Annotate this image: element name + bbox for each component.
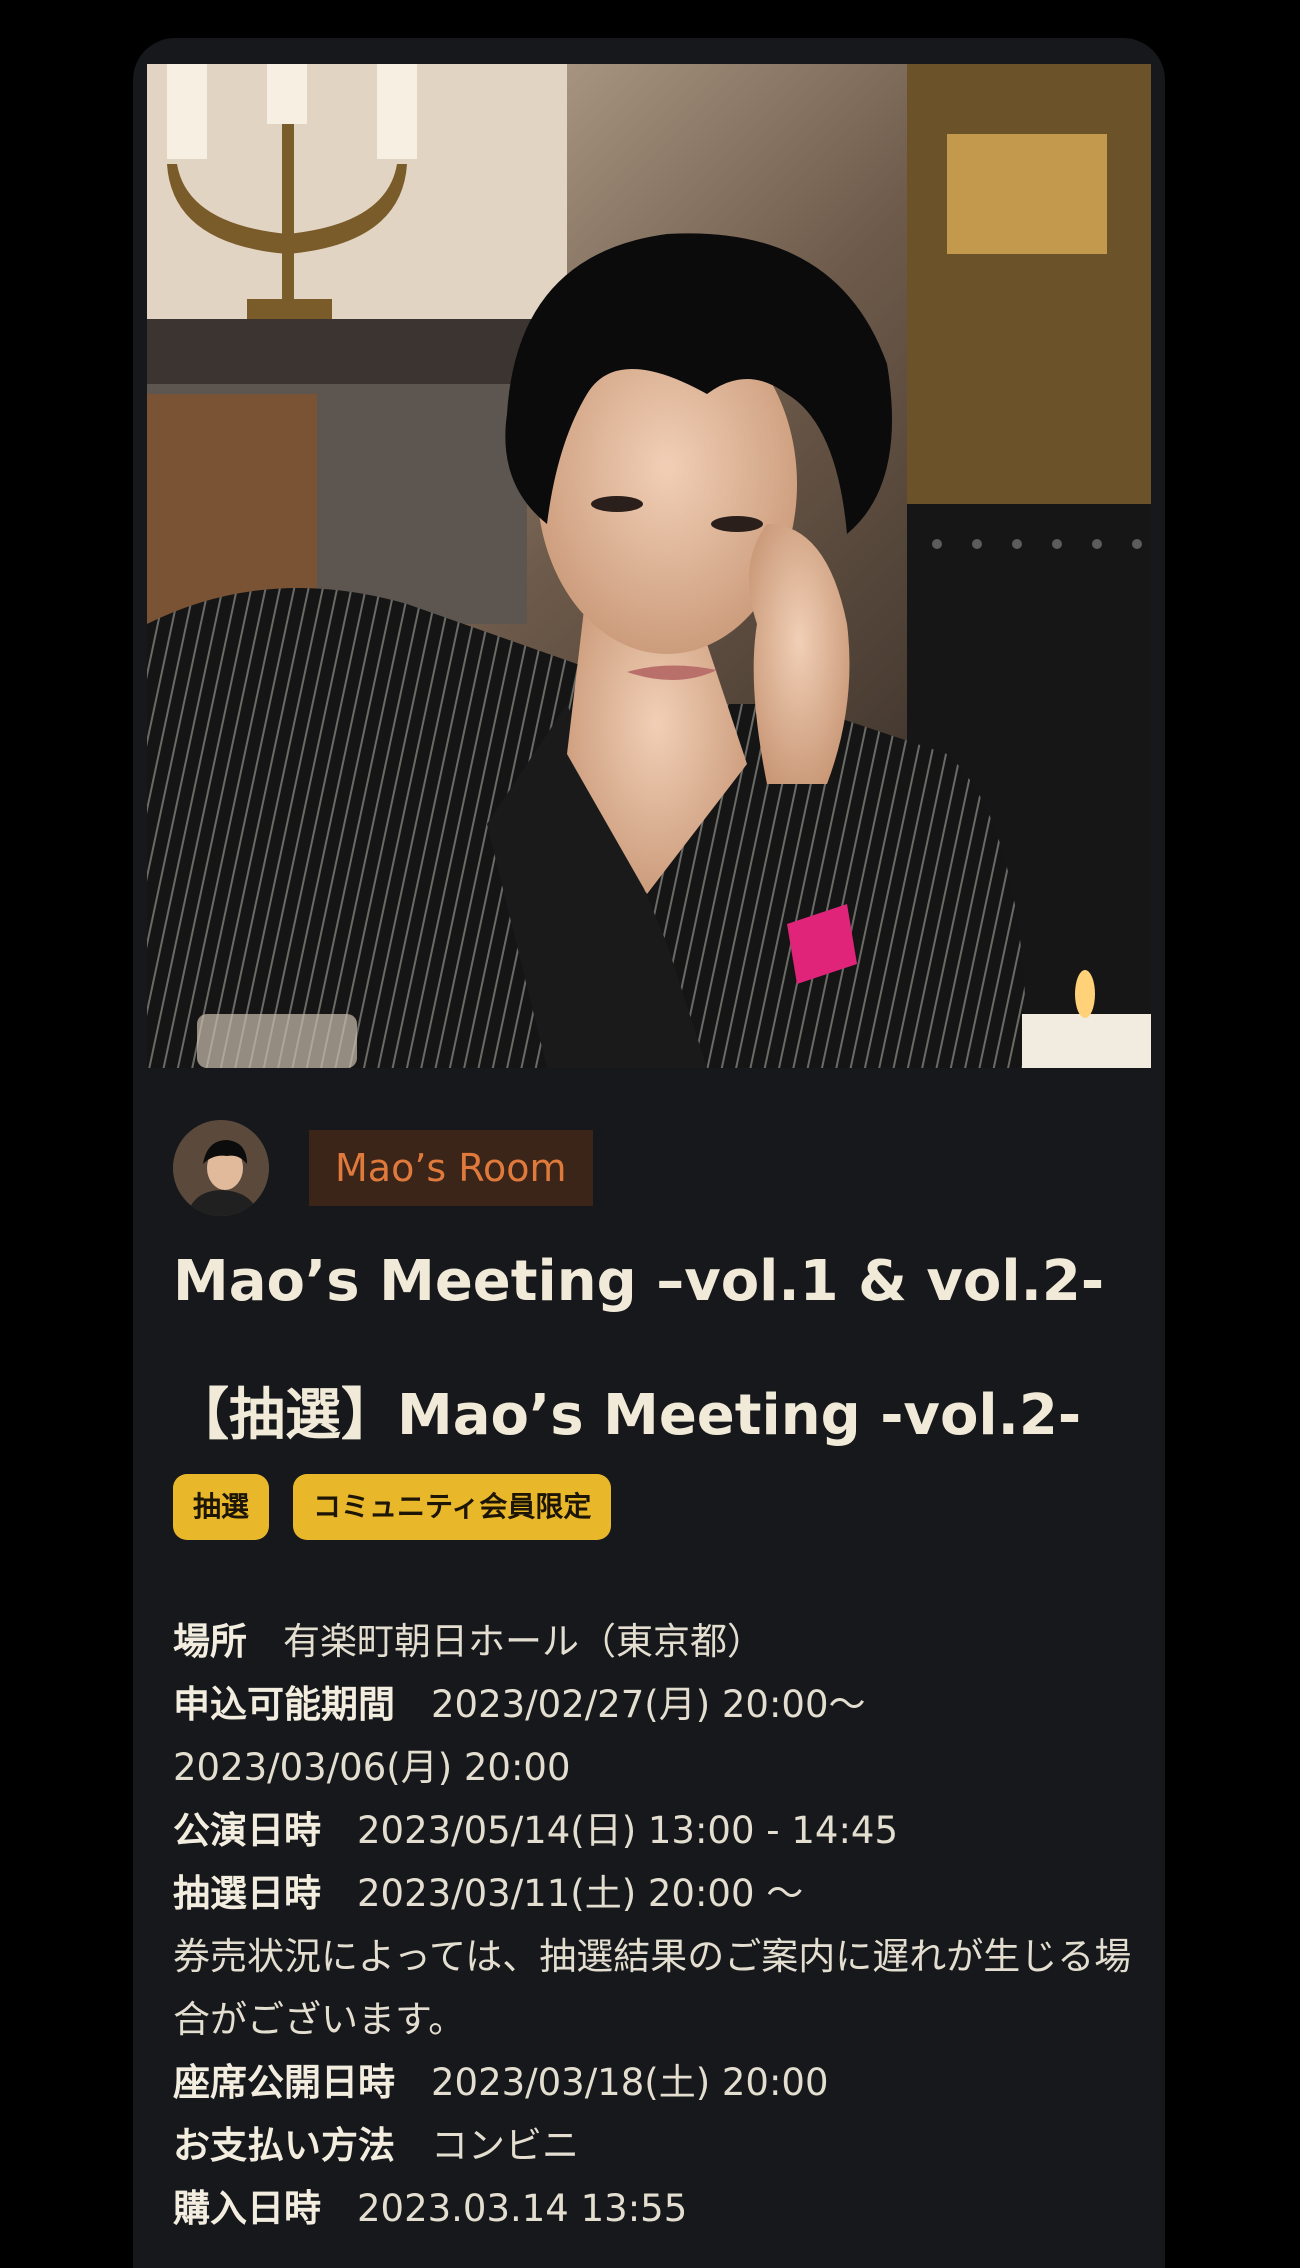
detail-value: 2023.03.14 13:55 [357, 2187, 688, 2230]
detail-value: 2023/02/27(月) 20:00〜 [431, 1683, 866, 1726]
event-title: Mao’s Meeting –vol.1 & vol.2- [173, 1249, 1105, 1314]
event-card: Mao’s Room Mao’s Meeting –vol.1 & vol.2-… [133, 38, 1165, 2268]
detail-purchase: 購入日時 2023.03.14 13:55 [173, 2177, 1133, 2240]
channel-row: Mao’s Room [173, 1118, 1133, 1218]
tag-members-only: コミュニティ会員限定 [293, 1474, 612, 1540]
detail-value: 2023/05/14(日) 13:00 - 14:45 [357, 1809, 899, 1852]
detail-value: 有楽町朝日ホール（東京都） [283, 1620, 764, 1663]
artist-photo [147, 64, 1151, 1068]
artist-avatar-icon[interactable] [173, 1120, 269, 1216]
detail-label: 申込可能期間 [173, 1683, 395, 1726]
detail-application-period: 申込可能期間 2023/02/27(月) 20:00〜 [173, 1673, 1133, 1736]
event-details: 場所 有楽町朝日ホール（東京都） 申込可能期間 2023/02/27(月) 20:0… [173, 1610, 1133, 2240]
detail-value: 2023/03/18(土) 20:00 [431, 2061, 829, 2104]
detail-performance: 公演日時 2023/05/14(日) 13:00 - 14:45 [173, 1799, 1133, 1862]
detail-venue: 場所 有楽町朝日ホール（東京都） [173, 1610, 1133, 1673]
detail-label: 座席公開日時 [173, 2061, 395, 2104]
detail-label: 場所 [173, 1620, 247, 1663]
detail-label: お支払い方法 [173, 2124, 395, 2167]
detail-payment: お支払い方法 コンビニ [173, 2114, 1133, 2177]
event-content: Mao’s Room Mao’s Meeting –vol.1 & vol.2-… [173, 1118, 1133, 2240]
detail-value: 2023/03/06(月) 20:00 [173, 1746, 571, 1789]
tag-list: 抽選 コミュニティ会員限定 [173, 1474, 1133, 1540]
ticket-subtitle: 【抽選】Mao’s Meeting -vol.2- [173, 1383, 1082, 1448]
tag-lottery: 抽選 [173, 1474, 270, 1540]
detail-label: 抽選日時 [173, 1872, 321, 1915]
lottery-note: 券売状況によっては、抽選結果のご案内に遅れが生じる場合がございます。 [173, 1935, 1132, 2041]
detail-label: 購入日時 [173, 2187, 321, 2230]
detail-label: 公演日時 [173, 1809, 321, 1852]
detail-value: 2023/03/11(土) 20:00 〜 [357, 1872, 804, 1915]
detail-application-period-end: 2023/03/06(月) 20:00 [173, 1736, 1133, 1799]
detail-value: コンビニ [431, 2124, 579, 2167]
detail-lottery: 抽選日時 2023/03/11(土) 20:00 〜 [173, 1862, 1133, 1925]
channel-badge[interactable]: Mao’s Room [309, 1130, 593, 1206]
detail-seat-release: 座席公開日時 2023/03/18(土) 20:00 [173, 2051, 1133, 2114]
event-hero-image [147, 64, 1151, 1068]
